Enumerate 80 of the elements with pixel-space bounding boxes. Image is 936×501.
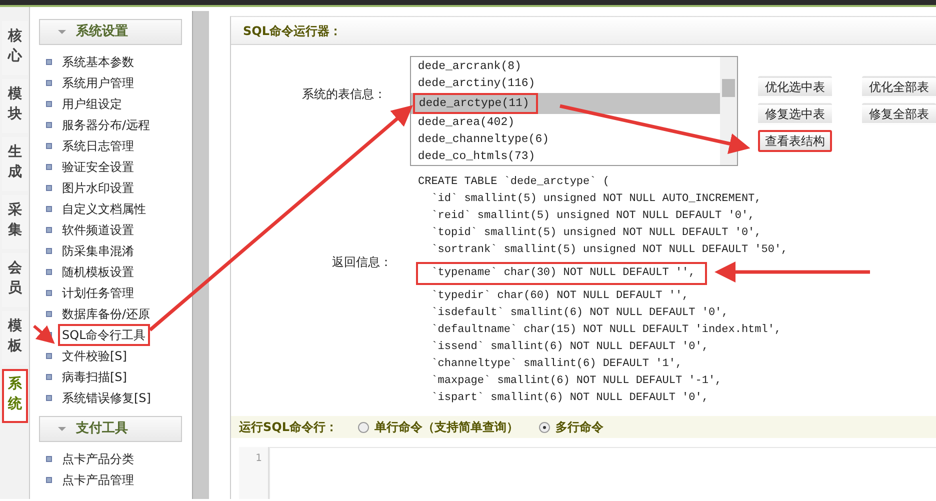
list-item[interactable]: dede_co_htmls(73) [410,148,720,165]
bullet-icon [46,248,52,254]
list-item[interactable]: dede_arcrank(8) [410,58,720,76]
radio-button[interactable] [538,422,550,432]
sidebar-item[interactable]: 数据库备份/还原 [58,302,154,324]
bullet-icon [46,290,52,296]
bullet-icon [46,58,52,64]
sidebar-item[interactable]: 自定义文档属性 [58,198,150,220]
list-item[interactable]: dede_channeltype(6) [410,130,720,148]
radio-button[interactable] [358,422,368,432]
list-item[interactable]: dede_arctype(11) [410,92,720,114]
code-line: `channeltype` smallint(6) DEFAULT '1', [430,357,684,372]
sidebar-item[interactable]: 点卡产品分类 [58,448,138,470]
sidebar-item[interactable]: 病毒扫描[S] [58,366,131,388]
sidebar-item[interactable]: 软件频道设置 [58,218,138,240]
sidebar-item[interactable]: SQL命令行工具 [58,324,150,346]
sidebar-item[interactable]: 点卡产品管理 [58,468,138,490]
list-item[interactable]: dede_arctiny(116) [410,75,720,92]
bullet-icon [46,164,52,170]
group-header[interactable]: 支付工具 [39,416,182,442]
sidebar-item[interactable]: 图片水印设置 [58,176,138,198]
sidebar-item[interactable]: 验证安全设置 [58,156,138,178]
sidebar-item[interactable]: 系统用户管理 [58,72,138,94]
code-line: `maxpage` smallint(6) NOT NULL DEFAULT '-1', [430,374,723,389]
caret-icon [58,427,66,431]
bullet-icon [46,476,52,482]
group-title: 系统设置 [76,22,128,42]
sidebar-item[interactable]: 文件校验[S] [58,344,131,366]
field-label: 返回信息： [332,255,392,269]
code-line: `id` smallint(5) unsigned NOT NULL AUTO_INCREMENT, [430,192,762,207]
table-action-button[interactable]: 优化选中表 [758,76,832,98]
bullet-icon [46,352,52,358]
code-editor[interactable] [269,447,936,499]
scrollbar[interactable] [192,11,209,499]
table-list[interactable]: dede_arcrank(8) dede_arctiny(116) dede_arctype(11) dede_area(402) dede_channeltype(6) dede_co_htmls(73) [410,56,738,166]
list-item[interactable]: dede_area(402) [410,114,720,131]
code-line: `ispart` smallint(6) NOT NULL DEFAULT '0', [430,391,710,406]
sidebar-item[interactable]: 随机模板设置 [58,260,138,282]
code-line: CREATE TABLE `dede_arctype` ( [417,175,610,190]
annotation-arrow [33,324,55,344]
bullet-icon [46,374,52,380]
sidebar-item[interactable]: 防采集串混淆 [58,240,138,262]
code-line: `reid` smallint(5) unsigned NOT NULL DEFAULT '0', [430,209,756,224]
bullet-icon [46,310,52,316]
bullet-icon [46,226,52,232]
table-action-button[interactable]: 修复选中表 [758,103,832,125]
code-line: `topid` smallint(5) unsigned NOT NULL DEFAULT '0', [430,226,762,241]
field-label: 系统的表信息： [302,87,386,101]
radio-label[interactable]: 单行命令（支持简单查询） [374,418,518,436]
bullet-icon [46,394,52,400]
sidebar-item[interactable]: 用户组设定 [58,92,126,114]
sidebar-item[interactable]: 系统错误修复[S] [58,386,155,408]
side-tab[interactable]: 系统 [2,369,28,423]
code-line: `issend` smallint(6) NOT NULL DEFAULT '0', [430,340,710,355]
run-label: 运行SQL命令行： [239,419,338,436]
bullet-icon [46,184,52,190]
table-action-button[interactable]: 查看表结构 [758,130,832,152]
code-line: `isdefault` smallint(6) NOT NULL DEFAULT '0', [430,306,730,321]
sidebar-item[interactable]: 计划任务管理 [58,282,138,304]
bullet-icon [46,142,52,148]
table-action-button[interactable]: 优化全部表 [862,76,936,98]
group-header[interactable]: 系统设置 [39,19,182,45]
bullet-icon [46,122,52,128]
sidebar-item[interactable]: 服务器分布/远程 [58,114,154,136]
code-line: `sortrank` smallint(5) unsigned NOT NULL DEFAULT '50', [430,243,789,258]
sidebar-item[interactable]: 系统基本参数 [58,50,138,72]
sidebar-item[interactable]: 系统日志管理 [58,134,138,156]
code-line: `typedir` char(60) NOT NULL DEFAULT '', [430,289,690,304]
code-line: `defaultname` char(15) NOT NULL DEFAULT 'index.html', [430,323,782,338]
bullet-icon [46,206,52,212]
caret-icon [58,30,66,34]
group-title: 支付工具 [76,420,128,438]
scrollbar-thumb[interactable] [722,79,735,97]
radio-label[interactable]: 多行命令 [556,418,604,436]
line-number: 1 [254,452,262,466]
bullet-icon [46,100,52,106]
bullet-icon [46,268,52,274]
bullet-icon [46,456,52,462]
bullet-icon [46,80,52,86]
table-action-button[interactable]: 修复全部表 [862,103,936,125]
